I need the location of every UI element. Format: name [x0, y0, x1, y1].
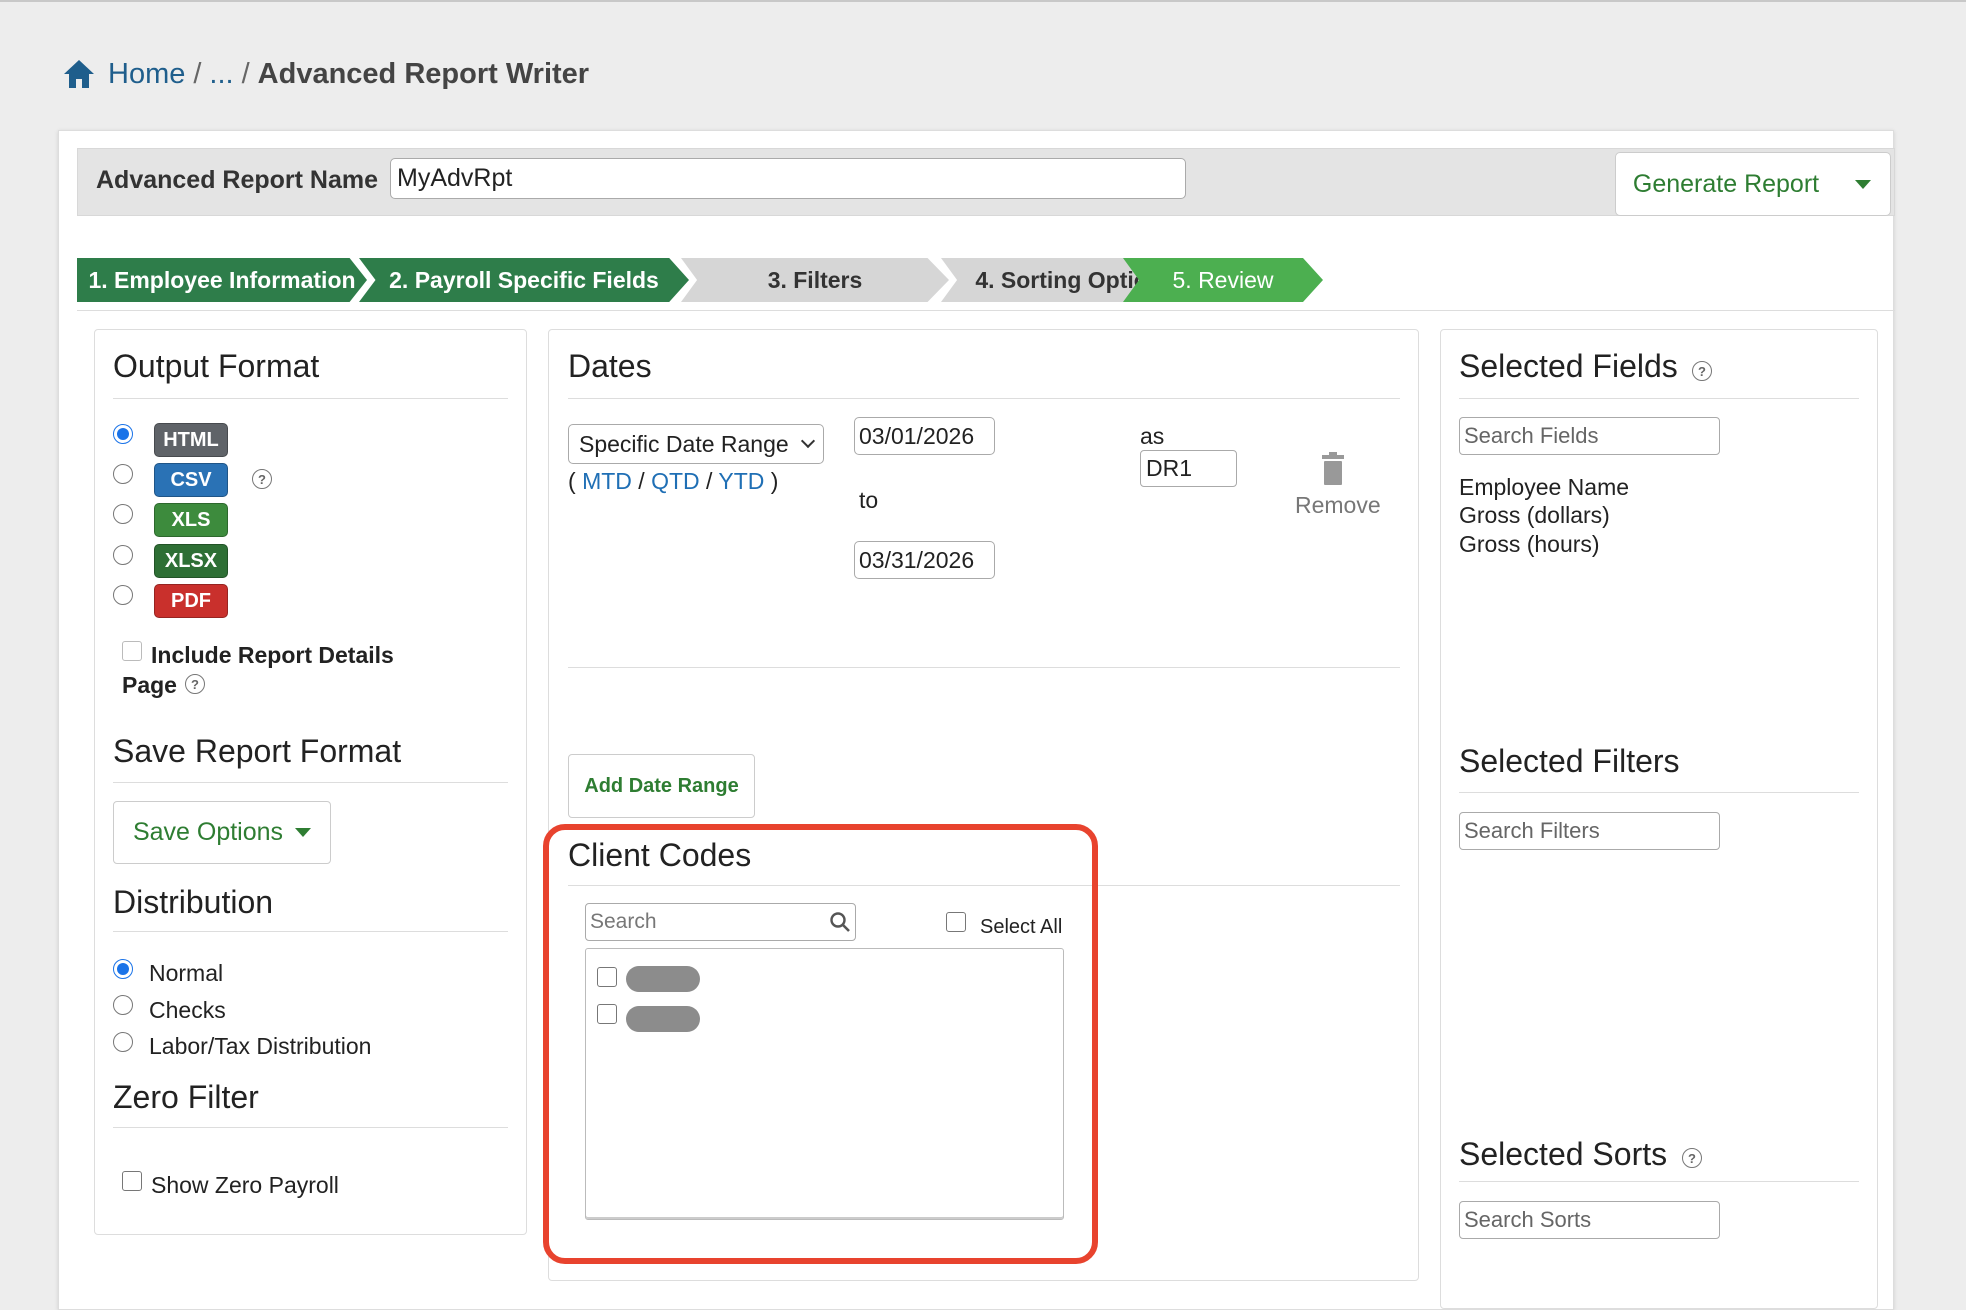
save-report-format-title: Save Report Format: [113, 733, 402, 769]
search-filters-input[interactable]: Search Filters: [1459, 812, 1720, 850]
qtd-link[interactable]: QTD: [651, 468, 700, 494]
zero-filter-title: Zero Filter: [113, 1079, 259, 1115]
distribution-radio-labor-tax[interactable]: [113, 1032, 133, 1052]
output-format-radio-xlsx[interactable]: [113, 545, 133, 565]
output-format-radio-html[interactable]: [113, 424, 133, 444]
breadcrumb-separator: /: [193, 57, 202, 90]
html-badge: HTML: [154, 423, 228, 457]
client-code-checkbox[interactable]: [597, 967, 617, 987]
client-codes-title: Client Codes: [568, 837, 752, 873]
slash-separator: /: [706, 468, 713, 494]
step-employee-information[interactable]: 1. Employee Information: [77, 258, 367, 302]
step-payroll-specific-fields[interactable]: 2. Payroll Specific Fields: [359, 258, 689, 302]
wizard-steps: 1. Employee Information 2. Payroll Speci…: [77, 258, 1337, 302]
pdf-badge: PDF: [154, 584, 228, 618]
show-zero-payroll-checkbox[interactable]: [122, 1171, 142, 1191]
client-codes-search-placeholder: Search: [590, 910, 657, 933]
caret-down-icon: [295, 828, 312, 837]
output-format-radio-xls[interactable]: [113, 504, 133, 524]
selected-sorts-title: Selected Sorts: [1459, 1136, 1668, 1172]
client-codes-search-input[interactable]: Search: [585, 903, 856, 941]
divider: [113, 1127, 508, 1128]
dates-title: Dates: [568, 348, 652, 384]
ytd-link[interactable]: YTD: [718, 468, 764, 494]
divider: [77, 310, 1895, 311]
date-alias-input[interactable]: DR1: [1140, 450, 1237, 487]
selected-field-item: Employee Name: [1459, 474, 1630, 500]
report-name-input[interactable]: [390, 158, 1186, 199]
add-date-range-button[interactable]: Add Date Range: [568, 754, 755, 818]
step-filters[interactable]: 3. Filters: [681, 258, 949, 302]
caret-down-icon: [1855, 179, 1871, 189]
redacted-client-code: [626, 966, 700, 992]
distribution-labor-tax-label: Labor/Tax Distribution: [149, 1033, 372, 1059]
select-all-label: Select All: [980, 916, 1063, 938]
paren-open: (: [568, 468, 576, 494]
to-label: to: [859, 487, 879, 513]
divider: [1459, 398, 1859, 399]
date-shortcuts: ( MTD / QTD / YTD ): [568, 468, 778, 495]
breadcrumb-ellipsis-link[interactable]: ...: [209, 58, 233, 91]
divider: [113, 931, 508, 932]
include-details-checkbox[interactable]: [122, 641, 142, 661]
output-format-title: Output Format: [113, 348, 320, 384]
paren-close: ): [770, 468, 779, 494]
trash-icon[interactable]: [1320, 452, 1346, 486]
save-options-label: Save Options: [132, 818, 284, 846]
divider: [1459, 1181, 1859, 1182]
distribution-normal-label: Normal: [149, 960, 224, 986]
divider: [113, 398, 508, 399]
remove-date-range-button[interactable]: Remove: [1295, 492, 1381, 519]
distribution-radio-normal[interactable]: [113, 959, 133, 979]
generate-report-dropdown-button[interactable]: [1836, 152, 1891, 216]
distribution-radio-checks[interactable]: [113, 995, 133, 1015]
breadcrumb-separator: /: [241, 57, 250, 90]
breadcrumb-current: Advanced Report Writer: [257, 57, 590, 90]
select-all-checkbox[interactable]: [946, 912, 966, 932]
distribution-title: Distribution: [113, 884, 274, 920]
selected-fields-title: Selected Fields: [1459, 348, 1678, 384]
search-icon: [830, 912, 850, 932]
date-range-type-select[interactable]: Specific Date Range: [568, 424, 824, 464]
date-range-type-value: Specific Date Range: [579, 430, 789, 457]
mtd-link[interactable]: MTD: [582, 468, 632, 494]
include-details-label: Include Report Details: [151, 642, 394, 668]
divider: [568, 398, 1400, 399]
help-icon[interactable]: ?: [185, 674, 205, 694]
slash-separator: /: [638, 468, 645, 494]
selected-filters-title: Selected Filters: [1459, 743, 1680, 779]
as-label: as: [1140, 423, 1165, 449]
breadcrumb: Home / ... / Advanced Report Writer: [62, 54, 589, 94]
start-date-input[interactable]: 03/01/2026: [854, 417, 995, 455]
search-fields-input[interactable]: Search Fields: [1459, 417, 1720, 455]
step-review[interactable]: 5. Review: [1123, 258, 1323, 302]
selected-field-item: Gross (hours): [1459, 531, 1600, 557]
show-zero-payroll-label: Show Zero Payroll: [151, 1172, 339, 1198]
breadcrumb-home-link[interactable]: Home: [108, 58, 185, 91]
csv-badge: CSV: [154, 463, 228, 497]
help-icon[interactable]: ?: [1692, 361, 1712, 381]
output-format-radio-csv[interactable]: [113, 464, 133, 484]
redacted-client-code: [626, 1006, 700, 1032]
generate-report-button[interactable]: Generate Report: [1615, 152, 1837, 216]
divider: [113, 782, 508, 783]
save-options-button[interactable]: Save Options: [113, 801, 331, 864]
help-icon[interactable]: ?: [1682, 1148, 1702, 1168]
end-date-input[interactable]: 03/31/2026: [854, 541, 995, 579]
home-icon[interactable]: [62, 58, 96, 90]
divider: [568, 885, 1400, 886]
xls-badge: XLS: [154, 503, 228, 537]
divider: [568, 667, 1400, 668]
search-sorts-input[interactable]: Search Sorts: [1459, 1201, 1720, 1239]
include-details-label-page: Page: [122, 672, 177, 698]
report-name-label: Advanced Report Name: [96, 166, 379, 194]
divider: [1459, 792, 1859, 793]
help-icon[interactable]: ?: [252, 469, 272, 489]
selected-field-item: Gross (dollars): [1459, 502, 1610, 528]
xlsx-badge: XLSX: [154, 544, 228, 578]
client-code-checkbox[interactable]: [597, 1004, 617, 1024]
output-format-radio-pdf[interactable]: [113, 585, 133, 605]
distribution-checks-label: Checks: [149, 997, 226, 1023]
chevron-down-icon: [800, 433, 816, 449]
